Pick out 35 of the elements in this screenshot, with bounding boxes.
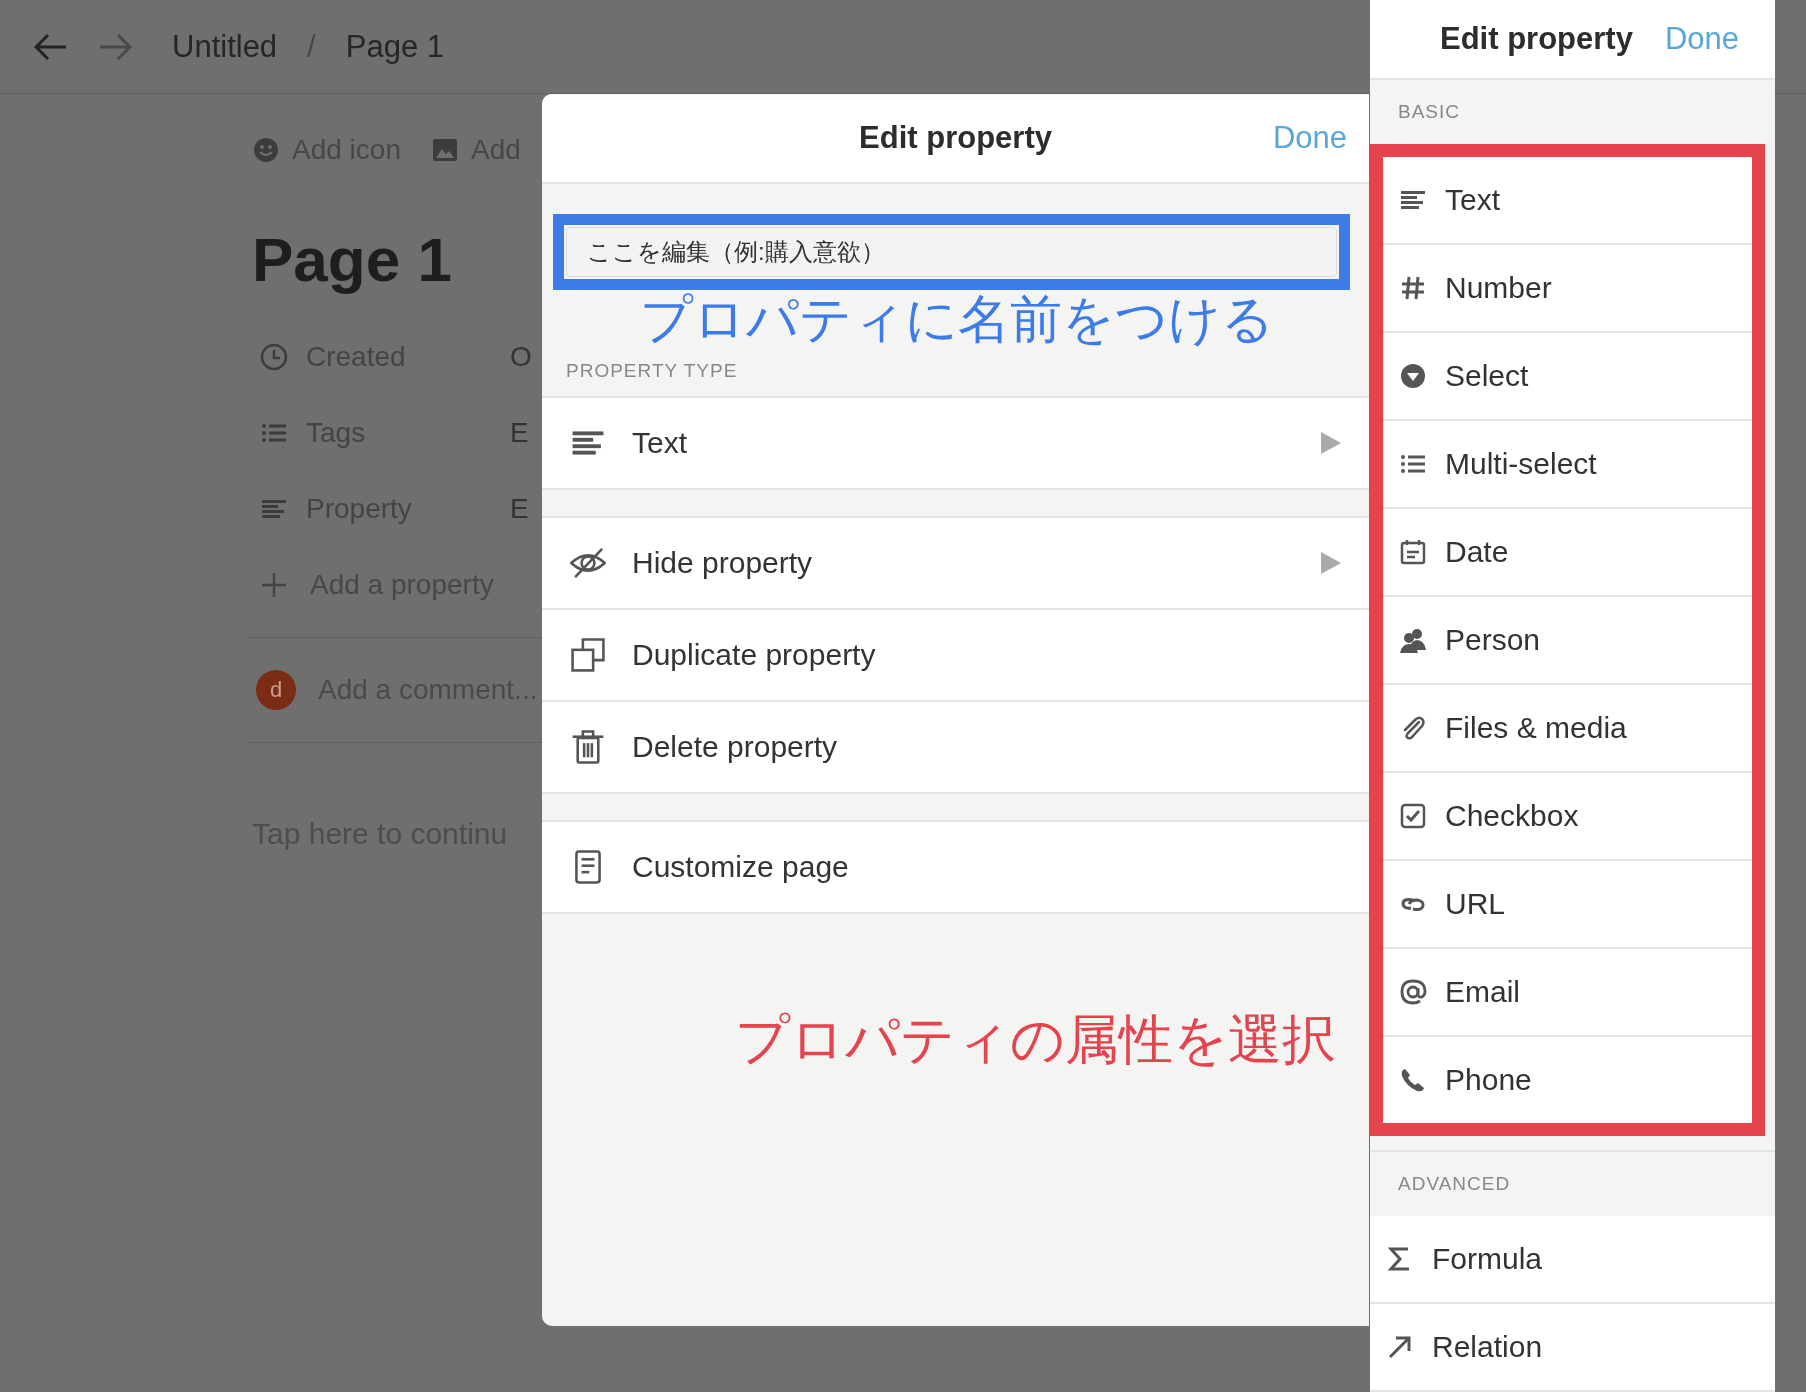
people-icon [1399, 626, 1427, 654]
avatar: d [256, 670, 296, 710]
dialog-title: Edit property [859, 120, 1052, 156]
dropdown-circle-icon [1399, 362, 1427, 390]
at-icon [1399, 978, 1427, 1006]
back-arrow-icon[interactable] [34, 32, 68, 61]
menu-item[interactable]: Hide property [542, 518, 1369, 610]
image-icon [430, 136, 459, 164]
annotation-text: プロパティに名前をつける [640, 291, 1274, 349]
menu-item[interactable]: Customize page [542, 822, 1369, 914]
menu-item[interactable]: Duplicate property [542, 610, 1369, 702]
page-title: Page 1 [252, 224, 453, 295]
annotation-text: プロパティの属性を選択 [735, 1010, 1336, 1070]
section-label: BASIC [1397, 100, 1462, 124]
menu-item[interactable]: Text [542, 398, 1369, 490]
smiley-icon [252, 136, 280, 164]
forward-arrow-icon[interactable] [98, 32, 132, 61]
menu-item[interactable]: Delete property [542, 702, 1369, 794]
property-type-item[interactable]: Formula [1370, 1216, 1775, 1304]
calendar-icon [1399, 538, 1427, 566]
section-label: PROPERTY TYPE [566, 360, 739, 382]
property-name-field[interactable]: ここを編集（例:購入意欲） [566, 227, 1337, 277]
eye-slash-icon [570, 545, 606, 581]
property-type-item[interactable]: Relation [1370, 1304, 1775, 1392]
clock-icon [260, 343, 288, 371]
hash-icon [1399, 274, 1427, 302]
caret-icon [1321, 432, 1341, 454]
trash-icon [570, 729, 606, 765]
panel-title: Edit property [1440, 21, 1633, 57]
plus-icon [260, 571, 288, 599]
copy-icon [570, 637, 606, 673]
phone-icon [1399, 1066, 1427, 1094]
caret-icon [1321, 552, 1341, 574]
checkbox-icon [1399, 802, 1427, 830]
breadcrumb-separator: / [307, 28, 316, 65]
